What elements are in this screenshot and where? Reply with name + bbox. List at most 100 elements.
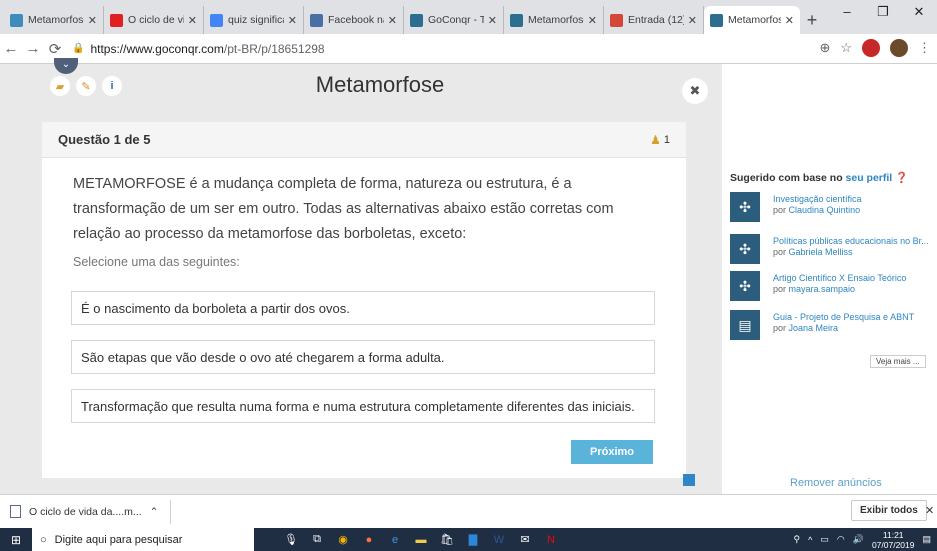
see-more-button[interactable]: Veja mais ... — [870, 355, 926, 368]
close-quiz-button[interactable]: ✖ — [682, 78, 708, 104]
suggestion-title[interactable]: Guia - Projeto de Pesquisa e ABNT — [773, 312, 914, 323]
selection-hint: Selecione uma das seguintes: — [73, 255, 240, 269]
mail-icon[interactable]: ✉ — [514, 528, 536, 551]
volume-icon[interactable]: 🔊 — [853, 534, 864, 545]
suggestion-text: Artigo Científico X Ensaio Teórico por ma… — [773, 271, 906, 303]
suggestion-item[interactable]: ✣ Políticas públicas educacionais no Br..… — [730, 234, 937, 266]
show-all-button[interactable]: Exibir todos — [851, 500, 927, 521]
suggestion-author-line: por Claudina Quintino — [773, 205, 862, 216]
minimize-icon[interactable]: – — [829, 0, 865, 28]
browser-tab[interactable]: Metamorfose | ✕ — [504, 6, 604, 34]
file-icon — [10, 505, 21, 518]
suggestion-author[interactable]: mayara.sampaio — [789, 284, 856, 294]
close-window-icon[interactable]: ✕ — [901, 0, 937, 28]
tab-close-icon[interactable]: ✕ — [388, 14, 397, 27]
task-view-icon[interactable]: ⧉ — [306, 528, 328, 551]
mindmap-icon: ✣ — [730, 234, 760, 264]
tab-close-icon[interactable]: ✕ — [588, 14, 597, 27]
chevron-up-icon[interactable]: ⌃ — [150, 506, 159, 518]
windows-start-icon[interactable]: ⊞ — [0, 528, 32, 551]
ad-badge-icon[interactable] — [683, 474, 695, 486]
favicon-icon — [310, 13, 323, 27]
taskbar-search[interactable]: ○ Digite aqui para pesquisar — [32, 528, 254, 551]
tab-close-icon[interactable]: ✕ — [488, 14, 497, 27]
tab-close-icon[interactable]: ✕ — [688, 14, 697, 27]
clock[interactable]: 11:21 07/07/2019 — [872, 530, 915, 550]
browser-tab[interactable]: Entrada (12) - ✕ — [604, 6, 704, 34]
suggestion-title[interactable]: Políticas públicas educacionais no Br... — [773, 236, 929, 247]
menu-icon[interactable]: ⋮ — [918, 40, 931, 56]
browser-tab[interactable]: O ciclo de vida ✕ — [104, 6, 204, 34]
browser-tab[interactable]: Metamorfose ✕ — [4, 6, 104, 34]
tray-chevron-icon[interactable]: ^ — [808, 535, 812, 545]
edge-icon[interactable]: e — [384, 528, 406, 551]
address-bar: ← → ⟳ 🔒 https://www.goconqr.com/pt-BR/p/… — [0, 34, 937, 64]
tab-close-icon[interactable]: ✕ — [88, 14, 97, 27]
favicon-icon — [510, 13, 523, 27]
profile-avatar[interactable] — [890, 39, 908, 57]
app-l-icon[interactable]: ▇ — [462, 528, 484, 551]
wifi-icon[interactable]: ◠ — [837, 534, 845, 545]
downloads-bar: O ciclo de vida da....m... ⌃ Exibir todo… — [0, 494, 937, 528]
close-icon[interactable]: ✕ — [925, 504, 934, 517]
suggestion-author[interactable]: Joana Meira — [789, 323, 839, 333]
suggestion-item[interactable]: ✣ Investigação científica por Claudina Qui… — [730, 192, 937, 224]
suggestion-by: por — [773, 246, 787, 257]
suggestion-author[interactable]: Claudina Quintino — [789, 205, 861, 215]
url-field[interactable]: 🔒 https://www.goconqr.com/pt-BR/p/186512… — [72, 42, 325, 56]
answer-option[interactable]: É o nascimento da borboleta a partir dos… — [71, 291, 655, 325]
microphone-icon[interactable]: 🎙 — [280, 528, 302, 551]
tab-title: Metamorfose — [728, 14, 781, 26]
suggestion-title[interactable]: Artigo Científico X Ensaio Teórico — [773, 273, 906, 284]
suggestion-item[interactable]: ▤ Guia - Projeto de Pesquisa e ABNT por Jo… — [730, 310, 937, 342]
remove-ads-link[interactable]: Remover anúncios — [790, 477, 882, 489]
chrome-icon[interactable]: ◉ — [332, 528, 354, 551]
forward-icon[interactable]: → — [22, 40, 44, 57]
back-icon[interactable]: ← — [0, 40, 22, 57]
zoom-icon[interactable]: ⊕ — [819, 40, 830, 56]
maximize-icon[interactable]: ❐ — [865, 0, 901, 28]
new-tab-button[interactable]: + — [800, 6, 824, 34]
tab-close-icon[interactable]: ✕ — [188, 14, 197, 27]
next-button[interactable]: Próximo — [571, 440, 653, 464]
firefox-icon[interactable]: ● — [358, 528, 380, 551]
favicon-icon — [710, 13, 723, 27]
suggestions-title: Sugerido com base no seu perfil ❓ — [730, 171, 908, 184]
browser-tab[interactable]: Facebook na s ✕ — [304, 6, 404, 34]
tab-close-icon[interactable]: ✕ — [288, 14, 297, 27]
battery-icon[interactable]: ▭ — [820, 534, 829, 545]
file-explorer-icon[interactable]: ▬ — [410, 528, 432, 551]
notifications-icon[interactable]: ▤ — [922, 534, 931, 545]
download-filename: O ciclo de vida da....m... — [29, 505, 142, 518]
browser-tab[interactable]: GoConqr - Too ✕ — [404, 6, 504, 34]
help-icon[interactable]: ❓ — [895, 172, 908, 184]
tab-title: O ciclo de vida — [128, 14, 184, 26]
tab-title: Metamorfose | — [528, 14, 584, 26]
store-icon[interactable]: 🛍 — [436, 528, 458, 551]
favicon-icon — [210, 13, 223, 27]
people-icon[interactable]: ⚲ — [794, 534, 801, 545]
tab-close-icon[interactable]: ✕ — [785, 14, 794, 27]
extension-icon[interactable] — [862, 39, 880, 57]
word-icon[interactable]: W — [488, 528, 510, 551]
answer-option[interactable]: Transformação que resulta numa forma e n… — [71, 389, 655, 423]
reload-icon[interactable]: ⟳ — [44, 40, 66, 58]
suggestion-title[interactable]: Investigação científica — [773, 194, 862, 205]
bookmark-star-icon[interactable]: ☆ — [840, 40, 852, 56]
browser-tab[interactable]: Metamorfose ✕ — [704, 6, 800, 34]
question-card: Questão 1 de 5 ♟ 1 METAMORFOSE é a mudan… — [42, 122, 686, 478]
answer-option[interactable]: São etapas que vão desde o ovo até chega… — [71, 340, 655, 374]
question-counter: Questão 1 de 5 — [58, 132, 151, 147]
suggestion-author[interactable]: Gabriela Melliss — [789, 247, 853, 257]
quiz-header: ⌄ ▰ ✎ i Metamorfose ✖ — [42, 58, 718, 110]
participants-count: 1 — [663, 133, 670, 146]
suggestion-item[interactable]: ✣ Artigo Científico X Ensaio Teórico por m… — [730, 271, 937, 303]
profile-link[interactable]: seu perfil — [846, 172, 893, 184]
suggestion-by: por — [773, 322, 787, 333]
mindmap-icon: ✣ — [730, 271, 760, 301]
favicon-icon — [610, 13, 623, 27]
users-icon: ♟ — [650, 132, 661, 147]
browser-tab[interactable]: quiz significad ✕ — [204, 6, 304, 34]
download-item[interactable]: O ciclo de vida da....m... ⌃ — [10, 499, 172, 524]
netflix-icon[interactable]: N — [540, 528, 562, 551]
